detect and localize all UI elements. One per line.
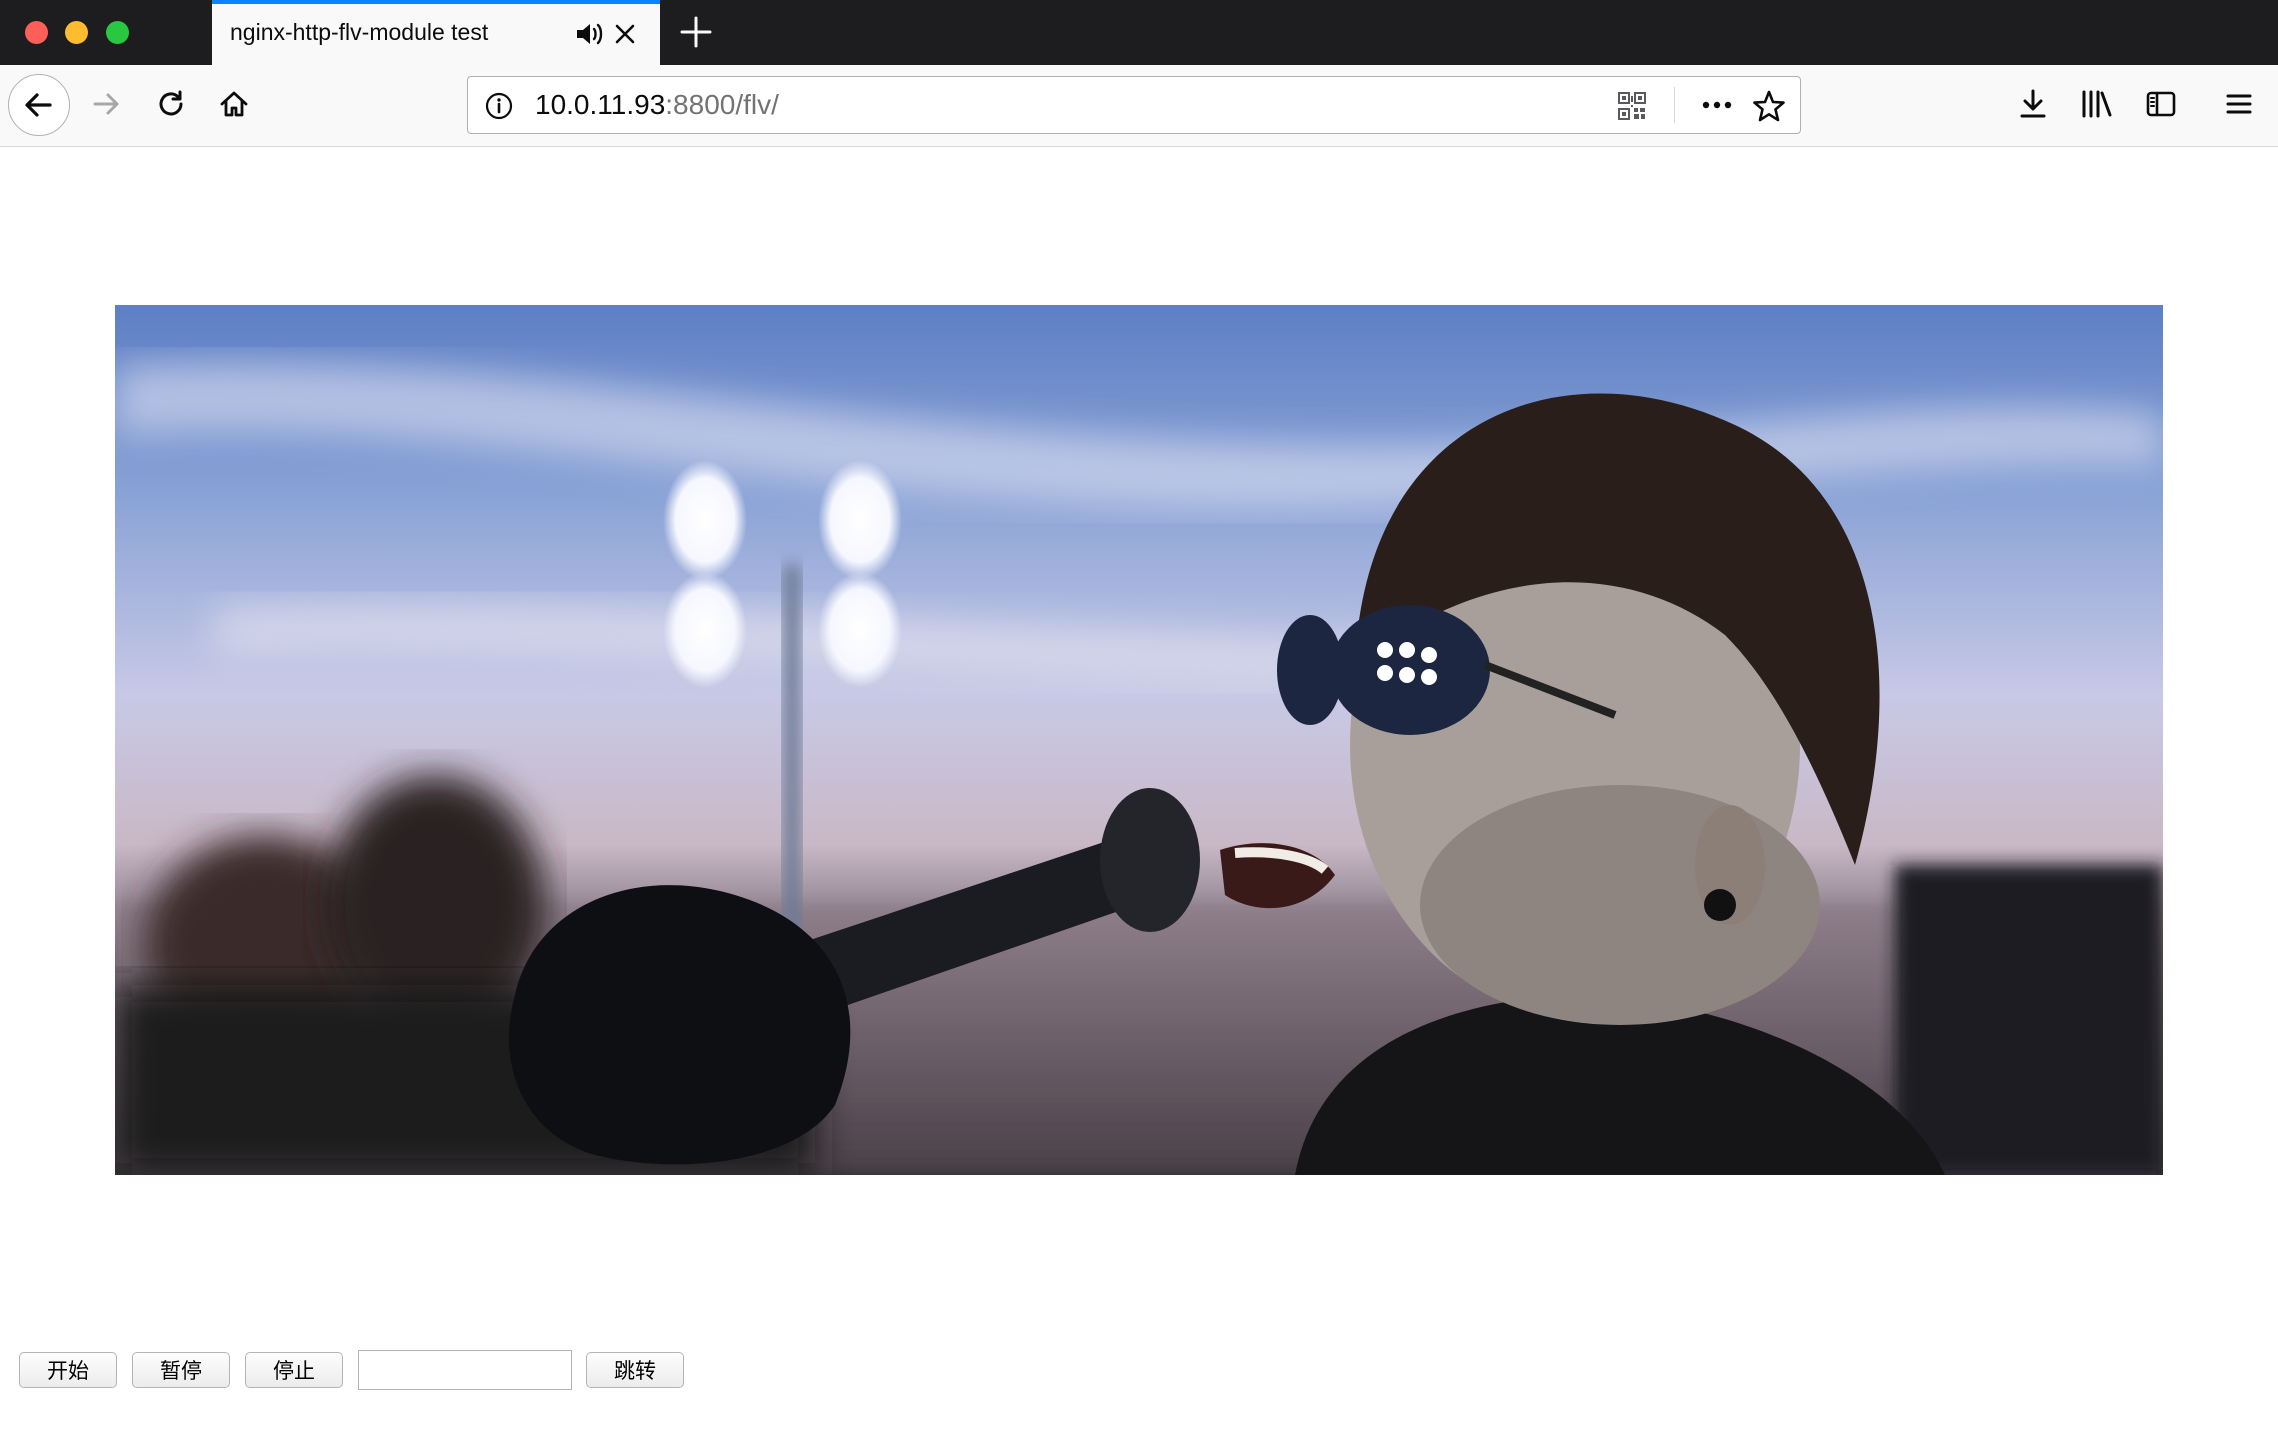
home-button[interactable] — [211, 81, 257, 127]
sidebars-button[interactable] — [2138, 81, 2184, 127]
url-bar[interactable]: 10.0.11.93:8800/flv/ — [467, 76, 1801, 134]
flv-video-player[interactable] — [115, 305, 2163, 1175]
sidebar-icon — [2146, 91, 2176, 117]
info-icon[interactable] — [484, 91, 514, 126]
home-icon — [220, 91, 248, 117]
seek-time-input[interactable] — [358, 1350, 572, 1390]
back-arrow-icon — [25, 93, 52, 117]
pause-button[interactable]: 暂停 — [132, 1352, 230, 1388]
downloads-button[interactable] — [2010, 81, 2056, 127]
close-icon[interactable] — [612, 21, 638, 52]
forward-arrow-icon — [93, 93, 119, 115]
video-frame — [115, 362, 2163, 1175]
download-icon — [2020, 89, 2046, 118]
window-close-button[interactable] — [25, 21, 48, 44]
player-controls: 开始 暂停 停止 跳转 — [19, 1350, 699, 1390]
menu-button[interactable] — [2216, 81, 2262, 127]
stop-button[interactable]: 停止 — [245, 1352, 343, 1388]
url-path: :8800/flv/ — [665, 89, 779, 120]
library-icon — [2082, 90, 2112, 118]
start-button[interactable]: 开始 — [19, 1352, 117, 1388]
url-host: 10.0.11.93 — [535, 89, 666, 120]
plus-icon[interactable] — [679, 15, 713, 54]
qr-code-icon[interactable] — [1618, 92, 1646, 125]
forward-button[interactable] — [84, 81, 130, 127]
nav-toolbar: 10.0.11.93:8800/flv/ — [0, 65, 2278, 147]
reload-icon — [159, 90, 183, 116]
tab-title: nginx-http-flv-module test — [230, 19, 489, 45]
url-text[interactable]: 10.0.11.93:8800/flv/ — [535, 89, 779, 121]
more-dots-icon[interactable] — [1700, 91, 1734, 124]
window-minimize-button[interactable] — [65, 21, 88, 44]
back-button[interactable] — [8, 74, 70, 136]
tab-active[interactable]: nginx-http-flv-module test — [212, 0, 660, 65]
window-maximize-button[interactable] — [106, 21, 129, 44]
speaker-icon[interactable] — [574, 20, 604, 53]
hamburger-menu-icon — [2226, 94, 2252, 114]
jump-button[interactable]: 跳转 — [586, 1352, 684, 1388]
star-icon[interactable] — [1752, 89, 1786, 128]
reload-button[interactable] — [148, 81, 194, 127]
library-button[interactable] — [2074, 81, 2120, 127]
tab-strip: nginx-http-flv-module test — [0, 0, 2278, 65]
url-separator — [1674, 87, 1675, 123]
